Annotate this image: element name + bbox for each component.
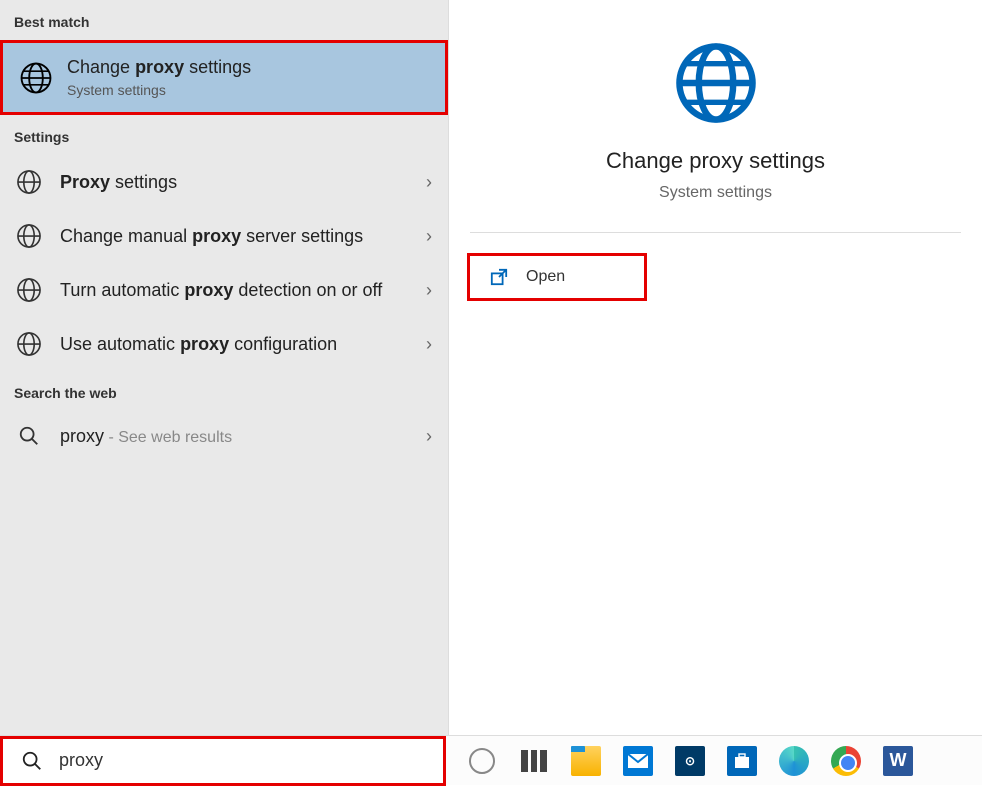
open-button[interactable]: Open	[467, 253, 647, 301]
detail-subtitle: System settings	[659, 184, 772, 202]
taskbar: ⊙ W	[0, 735, 982, 785]
cortana-icon[interactable]	[466, 745, 498, 777]
section-header-settings: Settings	[0, 115, 448, 155]
settings-item-label: Turn automatic proxy detection on or off	[60, 280, 426, 301]
search-icon	[21, 750, 43, 772]
web-result-label: proxy - See web results	[60, 426, 426, 447]
section-header-best-match: Best match	[0, 0, 448, 40]
search-input[interactable]	[59, 750, 443, 771]
settings-item-proxy-settings[interactable]: Proxy settings ›	[0, 155, 448, 209]
microsoft-store-icon[interactable]	[726, 745, 758, 777]
section-header-web: Search the web	[0, 371, 448, 411]
chevron-right-icon: ›	[426, 334, 432, 355]
chevron-right-icon: ›	[426, 226, 432, 247]
best-match-item[interactable]: Change proxy settings System settings	[0, 40, 448, 115]
settings-item-manual-proxy[interactable]: Change manual proxy server settings ›	[0, 209, 448, 263]
detail-panel: Change proxy settings System settings Op…	[448, 0, 982, 735]
best-match-subtitle: System settings	[67, 82, 251, 98]
open-label: Open	[526, 268, 565, 286]
search-icon	[16, 423, 42, 449]
taskbar-icons: ⊙ W	[466, 745, 914, 777]
edge-icon[interactable]	[778, 745, 810, 777]
settings-item-auto-proxy-detect[interactable]: Turn automatic proxy detection on or off…	[0, 263, 448, 317]
best-match-title: Change proxy settings	[67, 57, 251, 78]
globe-icon	[16, 223, 42, 249]
task-view-icon[interactable]	[518, 745, 550, 777]
web-result-item[interactable]: proxy - See web results ›	[0, 411, 448, 461]
globe-icon	[19, 61, 53, 95]
search-box[interactable]	[0, 736, 446, 786]
settings-item-label: Proxy settings	[60, 172, 426, 193]
mail-icon[interactable]	[622, 745, 654, 777]
best-match-text: Change proxy settings System settings	[67, 57, 251, 98]
file-explorer-icon[interactable]	[570, 745, 602, 777]
open-icon	[490, 268, 508, 286]
settings-item-label: Use automatic proxy configuration	[60, 334, 426, 355]
globe-icon	[16, 277, 42, 303]
chrome-icon[interactable]	[830, 745, 862, 777]
chevron-right-icon: ›	[426, 280, 432, 301]
settings-item-label: Change manual proxy server settings	[60, 226, 426, 247]
globe-icon	[16, 169, 42, 195]
chevron-right-icon: ›	[426, 426, 432, 447]
settings-item-auto-proxy-config[interactable]: Use automatic proxy configuration ›	[0, 317, 448, 371]
globe-icon	[673, 40, 759, 126]
search-results-panel: Best match Change proxy settings System …	[0, 0, 448, 735]
divider	[470, 232, 960, 233]
dell-icon[interactable]: ⊙	[674, 745, 706, 777]
globe-icon	[16, 331, 42, 357]
word-icon[interactable]: W	[882, 745, 914, 777]
chevron-right-icon: ›	[426, 172, 432, 193]
detail-title: Change proxy settings	[606, 148, 825, 174]
